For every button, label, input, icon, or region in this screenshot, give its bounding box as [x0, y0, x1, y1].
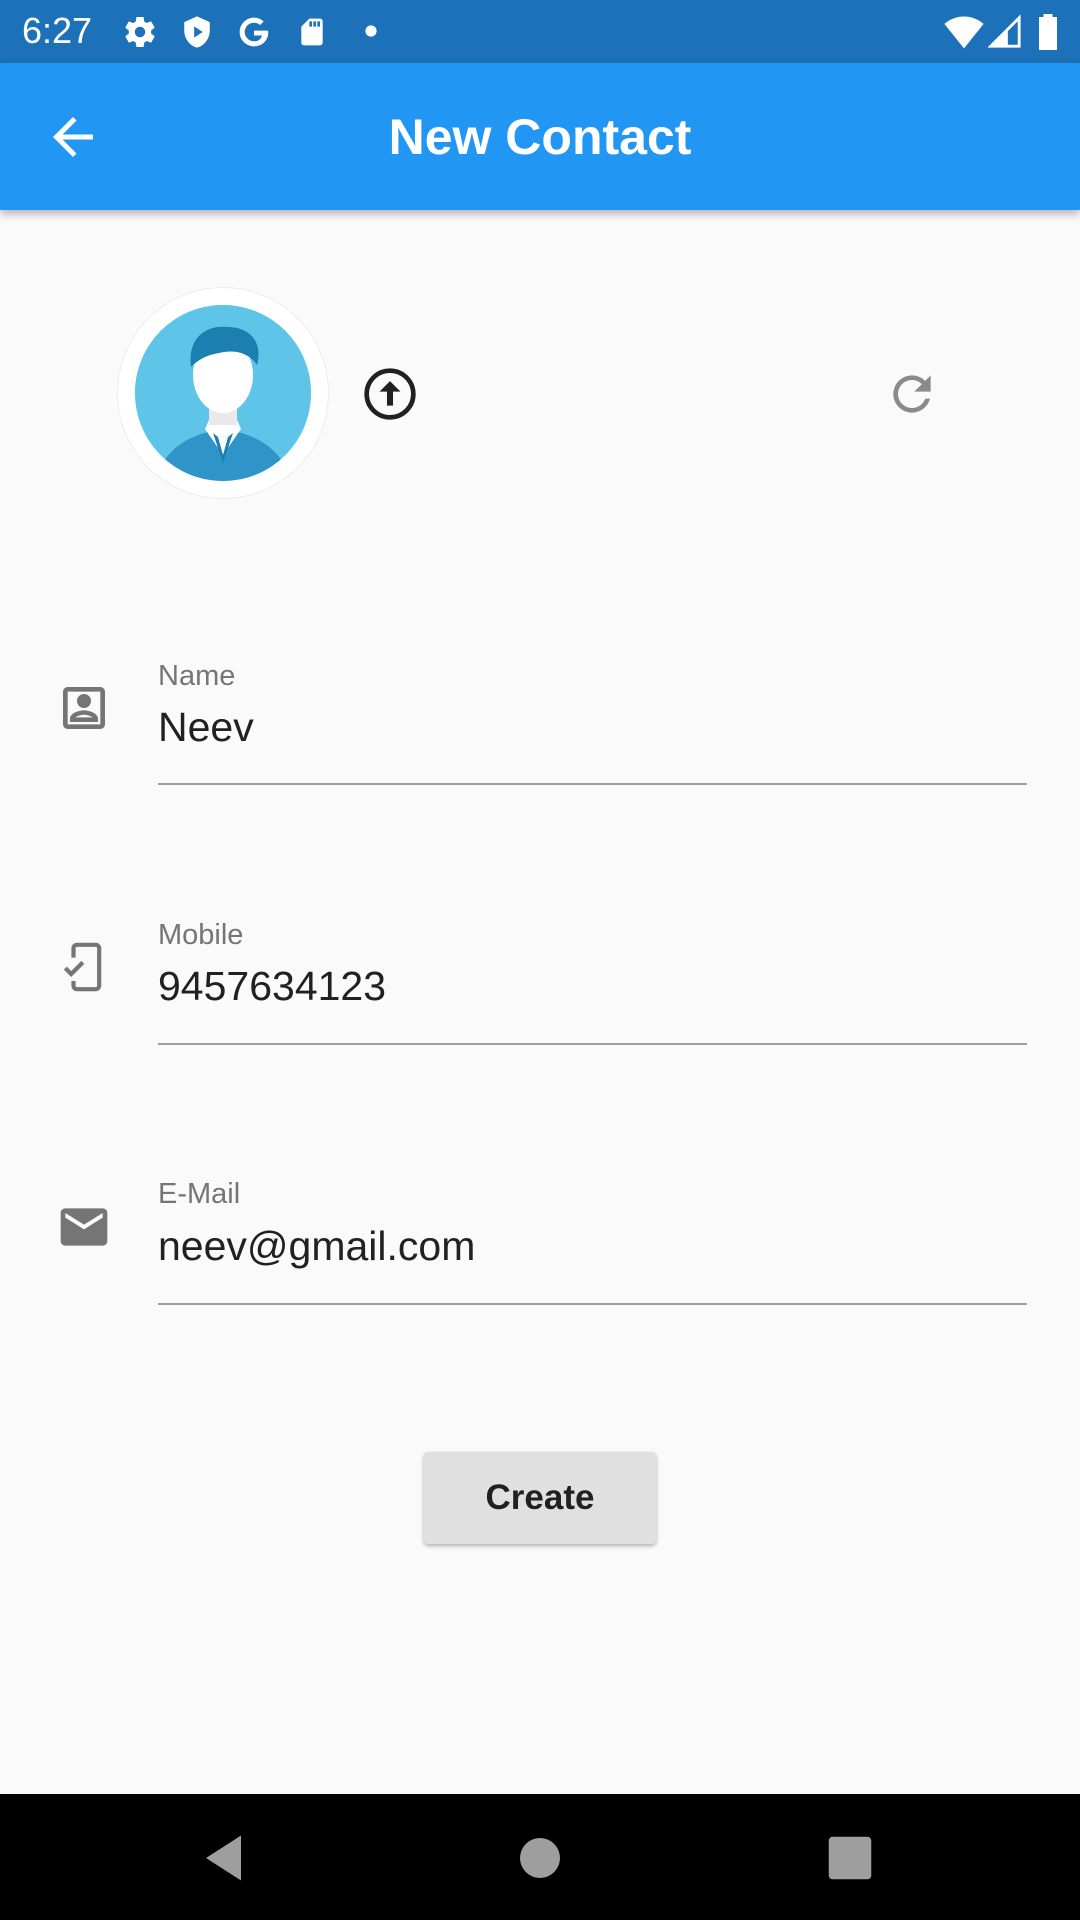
avatar[interactable] — [118, 288, 328, 498]
gear-icon — [125, 17, 155, 48]
sd-card-icon — [301, 18, 323, 46]
create-button[interactable]: Create — [424, 1452, 656, 1544]
status-time: 6:27 — [22, 10, 93, 51]
contact-card-icon — [63, 687, 105, 729]
refresh-icon[interactable] — [884, 366, 940, 422]
person-avatar — [135, 305, 311, 481]
name-field[interactable]: Neev — [158, 703, 1024, 751]
email-underline — [158, 1303, 1027, 1305]
nav-recents-icon[interactable] — [820, 1828, 880, 1888]
google-g-icon — [239, 17, 269, 47]
navigation-bar — [0, 1794, 1080, 1920]
app-bar: New Contact — [0, 63, 1080, 210]
status-bar: 6:27 — [0, 0, 1080, 63]
notification-dot-icon — [365, 25, 377, 37]
email-label: E-Mail — [158, 1178, 241, 1210]
nav-back-icon[interactable] — [196, 1828, 256, 1888]
mobile-field[interactable]: 9457634123 — [158, 962, 1024, 1010]
name-label: Name — [158, 660, 236, 692]
page-title: New Contact — [388, 109, 692, 165]
nav-home-icon[interactable] — [510, 1828, 570, 1888]
mail-icon — [60, 1208, 108, 1246]
name-underline — [158, 783, 1027, 785]
shield-icon — [184, 16, 210, 48]
email-field[interactable]: neev@gmail.com — [158, 1222, 1024, 1270]
phone-check-icon — [63, 942, 102, 992]
mobile-underline — [158, 1043, 1027, 1045]
battery-icon — [1039, 14, 1057, 50]
upload-circle-icon[interactable] — [362, 366, 418, 422]
signal-icon — [988, 14, 1021, 48]
mobile-label: Mobile — [158, 919, 244, 951]
wifi-icon — [944, 16, 984, 49]
